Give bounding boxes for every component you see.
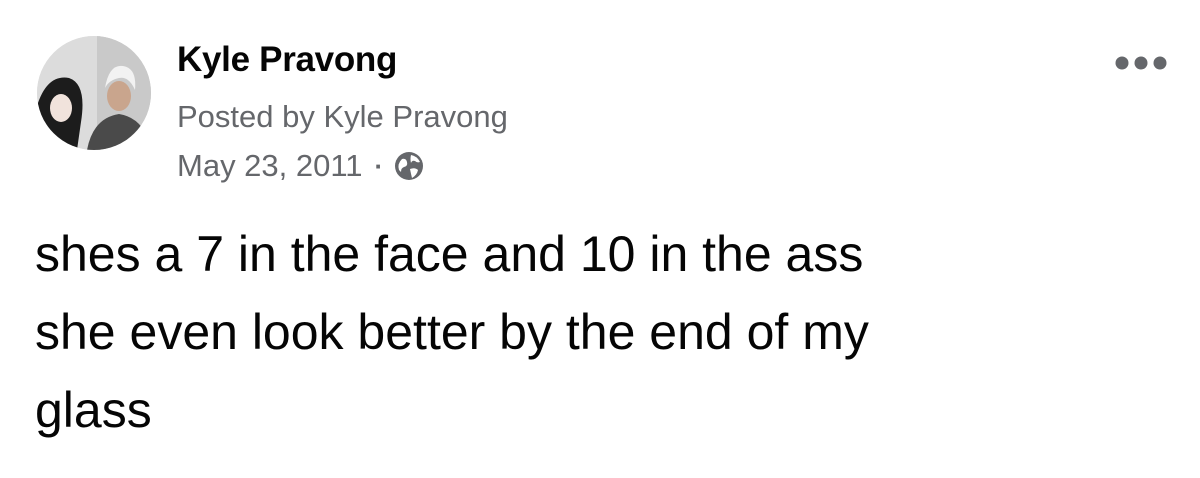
- posted-by-label: Posted by Kyle Pravong: [177, 99, 508, 134]
- profile-photo: [37, 36, 151, 150]
- more-options-icon: [1115, 56, 1167, 70]
- post-meta: May 23, 2011 ·: [177, 148, 425, 184]
- post-text-line: shes a 7 in the face and 10 in the ass: [35, 226, 864, 282]
- meta-separator: ·: [374, 150, 384, 181]
- avatar[interactable]: [37, 36, 151, 150]
- post-date[interactable]: May 23, 2011: [177, 148, 363, 184]
- more-options-button[interactable]: [1112, 48, 1172, 78]
- globe-icon[interactable]: [393, 150, 425, 182]
- post-text-line: glass: [35, 382, 152, 438]
- facebook-post: Kyle Pravong Posted by Kyle Pravong May …: [0, 0, 1200, 478]
- post-message: shes a 7 in the face and 10 in the ass s…: [35, 215, 1165, 449]
- author-name[interactable]: Kyle Pravong: [177, 40, 397, 80]
- post-text-line: she even look better by the end of my: [35, 304, 869, 360]
